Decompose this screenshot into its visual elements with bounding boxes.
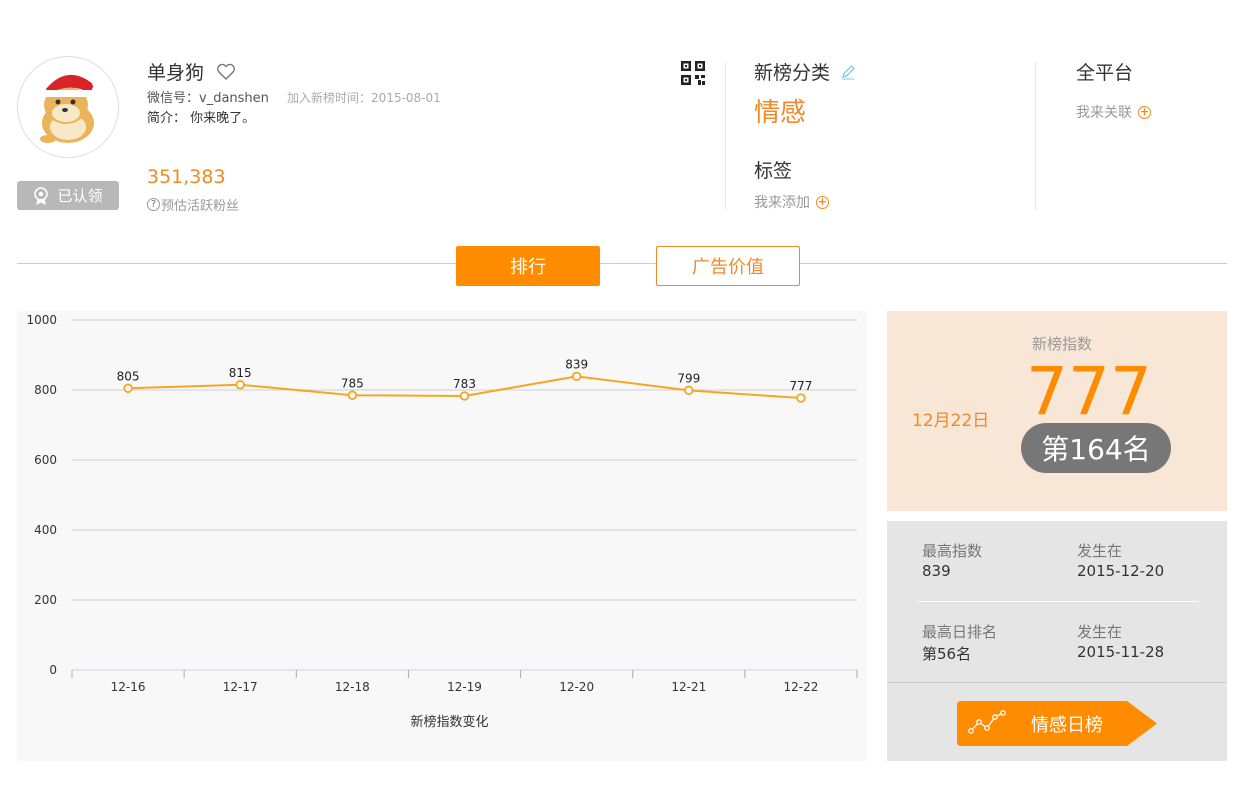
divider <box>1035 62 1036 210</box>
x-axis-title: 新榜指数变化 <box>410 714 488 730</box>
x-tick-label: 12-22 <box>783 680 818 694</box>
x-tick-label: 12-16 <box>111 680 146 694</box>
x-tick-label: 12-18 <box>335 680 370 694</box>
join-time: 加入新榜时间：2015-08-01 <box>287 91 441 105</box>
data-point <box>235 380 245 390</box>
tab-ad-value[interactable]: 广告价值 <box>656 246 800 286</box>
category-title: 新榜分类 <box>754 62 831 84</box>
plus-icon: + <box>816 194 829 209</box>
max-rank-date: 2015-11-28 <box>1077 643 1165 661</box>
verified-label: 已认领 <box>57 187 103 205</box>
tag-title: 标签 <box>754 160 793 182</box>
y-tick-label: 800 <box>34 383 57 397</box>
max-index-date-label: 发生在 <box>1077 542 1123 560</box>
verified-badge: 已认领 <box>17 181 119 210</box>
index-trend-chart: 0 200 400 600 800 1000 12-16 12-17 12-18 12-19 12-… <box>17 311 867 761</box>
x-tick-label: 12-21 <box>671 680 706 694</box>
y-tick-label: 0 <box>49 663 57 677</box>
intro: 简介： 你来晚了。 <box>147 111 256 126</box>
add-tag-label: 我来添加 <box>754 195 810 211</box>
add-tag-link[interactable]: 我来添加 + <box>754 192 829 212</box>
data-label: 839 <box>565 357 588 371</box>
y-tick-label: 400 <box>34 523 57 537</box>
max-rank-value: 第56名 <box>922 645 972 663</box>
data-label: 799 <box>677 371 700 385</box>
data-point <box>347 390 358 400</box>
wechat-info: 微信号：v_danshen 加入新榜时间：2015-08-01 <box>147 87 441 106</box>
data-label: 783 <box>453 377 476 391</box>
daily-ranking-label: 情感日榜 <box>1031 715 1103 736</box>
qr-code-icon[interactable] <box>681 61 705 85</box>
index-date: 12月22日 <box>912 411 990 431</box>
fans-label-row: ? 预估活跃粉丝 <box>147 195 239 214</box>
data-point <box>796 393 806 403</box>
max-index-label: 最高指数 <box>922 542 983 560</box>
y-tick-label: 1000 <box>26 313 57 327</box>
data-point <box>571 371 582 382</box>
tab-divider <box>17 263 1227 264</box>
rank-badge: 第164名 <box>1021 423 1171 473</box>
tab-ranking[interactable]: 排行 <box>456 246 600 286</box>
data-label: 785 <box>341 376 364 390</box>
data-point <box>684 385 694 396</box>
fans-count: 351,383 <box>147 166 226 188</box>
data-label: 815 <box>229 366 252 380</box>
name-row: 单身狗 <box>147 58 236 85</box>
chart-svg: 0 200 400 600 800 1000 12-16 12-17 12-18 12-19 12-… <box>26 313 858 730</box>
stats-divider <box>917 601 1199 602</box>
link-platform-link[interactable]: 我来关联 + <box>1076 102 1151 122</box>
wechat-id: 微信号：v_danshen <box>147 91 269 106</box>
avatar <box>17 56 119 158</box>
data-label: 805 <box>117 369 140 383</box>
max-index-value: 839 <box>922 562 951 580</box>
heart-icon[interactable] <box>216 63 236 81</box>
y-tick-label: 600 <box>34 453 57 467</box>
data-point <box>459 391 470 401</box>
account-name: 单身狗 <box>147 62 205 84</box>
max-index-date: 2015-12-20 <box>1077 562 1165 580</box>
x-tick-label: 12-19 <box>447 680 482 694</box>
stats-divider-bottom <box>887 682 1227 683</box>
platform-title: 全平台 <box>1076 62 1134 84</box>
data-label: 777 <box>789 379 812 393</box>
link-platform-label: 我来关联 <box>1076 105 1132 121</box>
index-value: 777 <box>1026 353 1152 430</box>
plus-icon: + <box>1138 104 1151 119</box>
fans-label: 预估活跃粉丝 <box>161 199 240 214</box>
award-icon <box>34 186 49 205</box>
x-tick-label: 12-17 <box>223 680 258 694</box>
edit-pencil-icon[interactable] <box>840 64 856 80</box>
max-rank-label: 最高日排名 <box>922 623 998 641</box>
data-point <box>123 383 133 393</box>
category-title-row: 新榜分类 <box>754 58 856 85</box>
category-value: 情感 <box>754 98 807 128</box>
index-label: 新榜指数 <box>1032 335 1093 353</box>
y-tick-label: 200 <box>34 593 57 607</box>
x-tick-label: 12-20 <box>559 680 594 694</box>
divider <box>725 62 726 210</box>
question-icon[interactable]: ? <box>147 198 160 211</box>
max-rank-date-label: 发生在 <box>1077 623 1123 641</box>
